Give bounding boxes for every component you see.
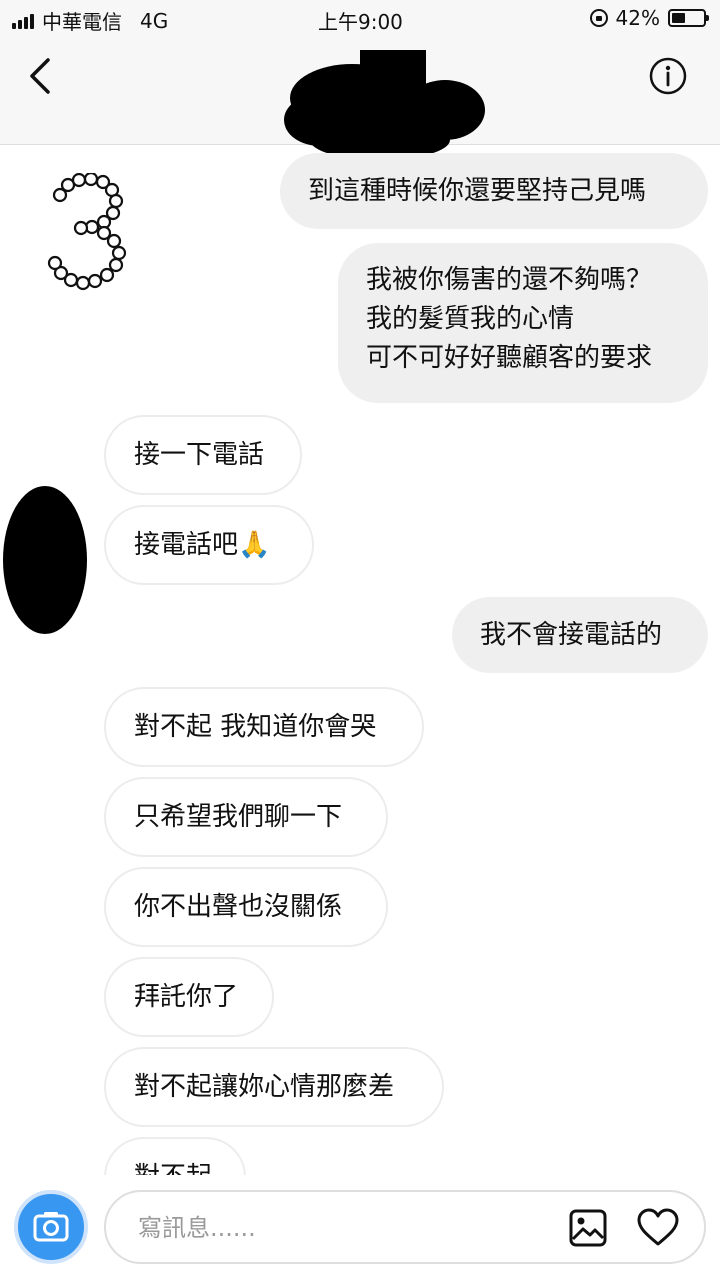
chevron-left-icon <box>30 58 50 94</box>
battery-percent: 42% <box>615 6 660 30</box>
battery-fill <box>672 13 685 23</box>
message-bubble-received[interactable]: 對不起 <box>104 1137 246 1175</box>
message-bubble-sent[interactable]: 我被你傷害的還不夠嗎？ 我的髮質我的心情 可不可好好聽顧客的要求 <box>338 243 708 403</box>
camera-button[interactable] <box>14 1190 88 1264</box>
orientation-lock-icon <box>589 9 608 27</box>
back-button[interactable] <box>22 54 66 98</box>
instagram-dm-screen: 中華電信 4G 上午9:00 42% 到這種時候你還要堅持己見嗎 我被你傷害的還… <box>0 0 720 1280</box>
status-right: 42% <box>589 6 709 30</box>
redacted-username-mark <box>284 50 485 160</box>
info-button[interactable] <box>648 56 688 96</box>
signal-strength-icon <box>12 13 34 29</box>
status-time: 上午9:00 <box>318 10 403 34</box>
heart-button[interactable] <box>636 1206 680 1250</box>
message-bubble-received[interactable]: 只希望我們聊一下 <box>104 777 388 857</box>
message-bubble-received[interactable]: 對不起 我知道你會哭 <box>104 687 424 767</box>
message-composer <box>0 1175 720 1280</box>
message-bubble-sent[interactable]: 我不會接電話的 <box>452 597 708 673</box>
gallery-button[interactable] <box>568 1208 608 1248</box>
network-type: 4G <box>140 8 169 33</box>
camera-icon <box>33 1212 69 1242</box>
message-bubble-received[interactable]: 接電話吧🙏 <box>104 505 314 585</box>
message-input[interactable] <box>136 1192 560 1264</box>
message-thread[interactable]: 到這種時候你還要堅持己見嗎 我被你傷害的還不夠嗎？ 我的髮質我的心情 可不可好好… <box>0 145 720 1175</box>
message-bubble-received[interactable]: 拜託你了 <box>104 957 274 1037</box>
battery-icon <box>668 9 709 27</box>
message-bubble-sent[interactable]: 到這種時候你還要堅持己見嗎 <box>280 153 708 229</box>
message-bubble-received[interactable]: 對不起讓妳心情那麼差 <box>104 1047 444 1127</box>
message-bubble-received[interactable]: 你不出聲也沒關係 <box>104 867 388 947</box>
info-icon <box>649 57 687 95</box>
chat-header <box>0 36 720 160</box>
heart-icon <box>637 1208 679 1246</box>
message-bubble-received[interactable]: 接一下電話 <box>104 415 302 495</box>
message-field[interactable] <box>104 1190 706 1264</box>
redacted-avatar-mark <box>3 486 87 634</box>
image-gallery-icon <box>569 1209 607 1247</box>
status-bar: 中華電信 4G 上午9:00 42% <box>0 0 720 36</box>
pearl-number-3-sticker <box>47 173 127 291</box>
status-left: 中華電信 4G <box>12 6 168 35</box>
carrier-name: 中華電信 <box>42 10 122 34</box>
